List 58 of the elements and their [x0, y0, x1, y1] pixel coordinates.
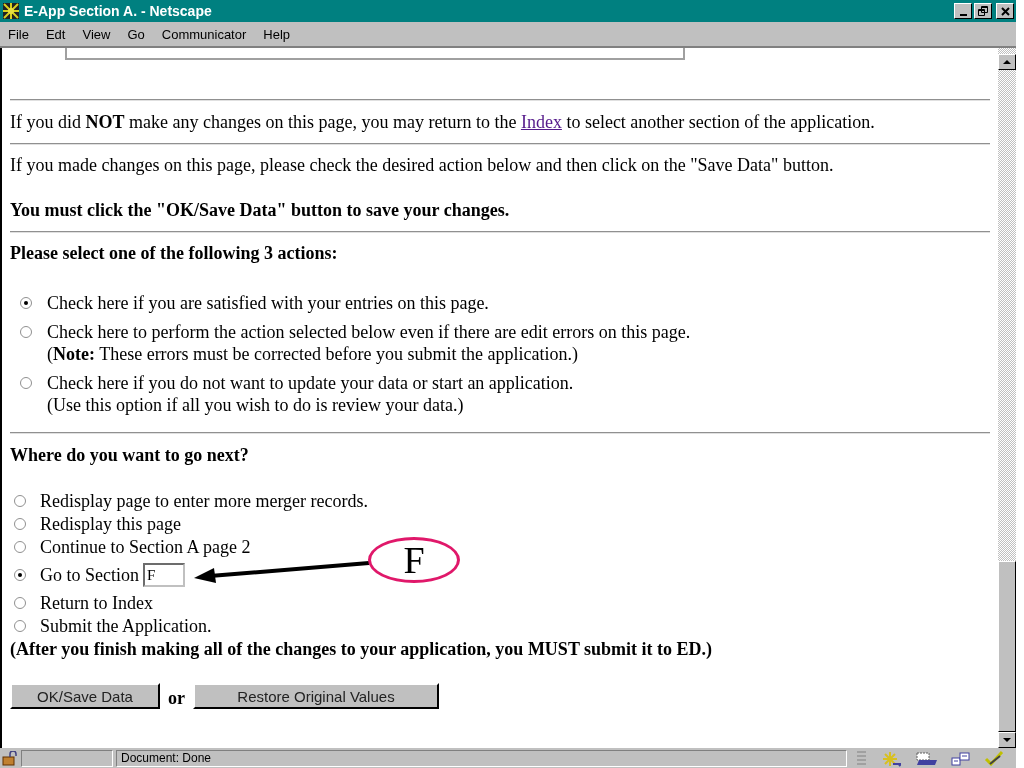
- lock-icon: [2, 750, 18, 766]
- restore-icon: [978, 6, 988, 16]
- option-label: Go to Section: [40, 564, 139, 586]
- scroll-up-button[interactable]: [998, 54, 1016, 70]
- option-note: (Note: These errors must be corrected before you submit the application.): [47, 343, 579, 365]
- close-button[interactable]: [996, 3, 1014, 19]
- menu-item[interactable]: Help: [257, 26, 297, 42]
- minimize-icon: [959, 13, 967, 16]
- restore-button[interactable]: [974, 3, 992, 19]
- navigator-icon[interactable]: [881, 749, 901, 767]
- option-label: Return to Index: [40, 592, 153, 614]
- down-arrow-icon: [1003, 738, 1011, 742]
- scroll-down-button[interactable]: [998, 732, 1016, 748]
- radio-button[interactable]: [20, 377, 32, 389]
- actions-heading: Please select one of the following 3 actions:: [10, 242, 339, 264]
- option-note: (Use this option if all you wish to do is review your data.): [47, 394, 465, 416]
- option-label: Submit the Application.: [40, 615, 212, 637]
- option-label: Redisplay page to enter more merger records.: [40, 490, 369, 512]
- save-button[interactable]: OK/Save Data: [10, 683, 160, 709]
- scrollbar-thumb[interactable]: [998, 561, 1016, 732]
- or-text: or: [168, 687, 185, 709]
- status-message: Document: Done: [116, 749, 847, 767]
- option-label: Check here if you do not want to update your data or start an application.: [47, 372, 574, 394]
- menu-item[interactable]: View: [76, 26, 117, 42]
- chat-icon[interactable]: [951, 750, 970, 766]
- close-icon: [1000, 6, 1010, 16]
- section-field[interactable]: F: [143, 563, 185, 587]
- minimize-button[interactable]: [954, 3, 972, 19]
- radio-button[interactable]: [20, 326, 32, 338]
- menu-item[interactable]: File: [2, 26, 35, 42]
- restore-button[interactable]: Restore Original Values: [193, 683, 439, 709]
- grip-icon: [856, 750, 867, 766]
- option-label: Check here to perform the action selected below even if there are edit errors on this page.: [47, 321, 691, 343]
- radio-button[interactable]: [20, 297, 32, 309]
- submit-note: (After you finish making all of the changes to your application, you MUST submit it to ED.): [10, 638, 714, 660]
- radio-button[interactable]: [14, 518, 26, 530]
- window-title: E-App Section A. - Netscape: [24, 3, 213, 19]
- mailbox-icon[interactable]: [915, 750, 937, 766]
- up-arrow-icon: [1003, 60, 1011, 64]
- index-instruction: If you did NOT make any changes on this page, you may return to the Index to select another section of the application.: [10, 111, 876, 133]
- composer-icon[interactable]: [984, 750, 1004, 766]
- radio-button[interactable]: [14, 495, 26, 507]
- radio-button[interactable]: [14, 620, 26, 632]
- changes-instruction: If you made changes on this page, please check the desired action below and then click on the "Save Data" button.: [10, 154, 835, 176]
- option-label: Redisplay this page: [40, 513, 181, 535]
- next-heading: Where do you want to go next?: [10, 444, 250, 466]
- menu-item[interactable]: Edt: [39, 26, 72, 42]
- radio-button[interactable]: [14, 569, 26, 581]
- app-logo-icon: [2, 2, 20, 20]
- menu-item[interactable]: Communicator: [155, 26, 253, 42]
- save-warning: You must click the "OK/Save Data" button to save your changes.: [10, 199, 511, 221]
- menu-item[interactable]: Go: [121, 26, 151, 42]
- radio-button[interactable]: [14, 597, 26, 609]
- radio-button[interactable]: [14, 541, 26, 553]
- annotation-label: F: [368, 537, 460, 583]
- index-link[interactable]: Index: [520, 112, 562, 132]
- option-label: Continue to Section A page 2: [40, 536, 251, 558]
- option-label: Check here if you are satisfied with your entries on this page.: [47, 292, 489, 314]
